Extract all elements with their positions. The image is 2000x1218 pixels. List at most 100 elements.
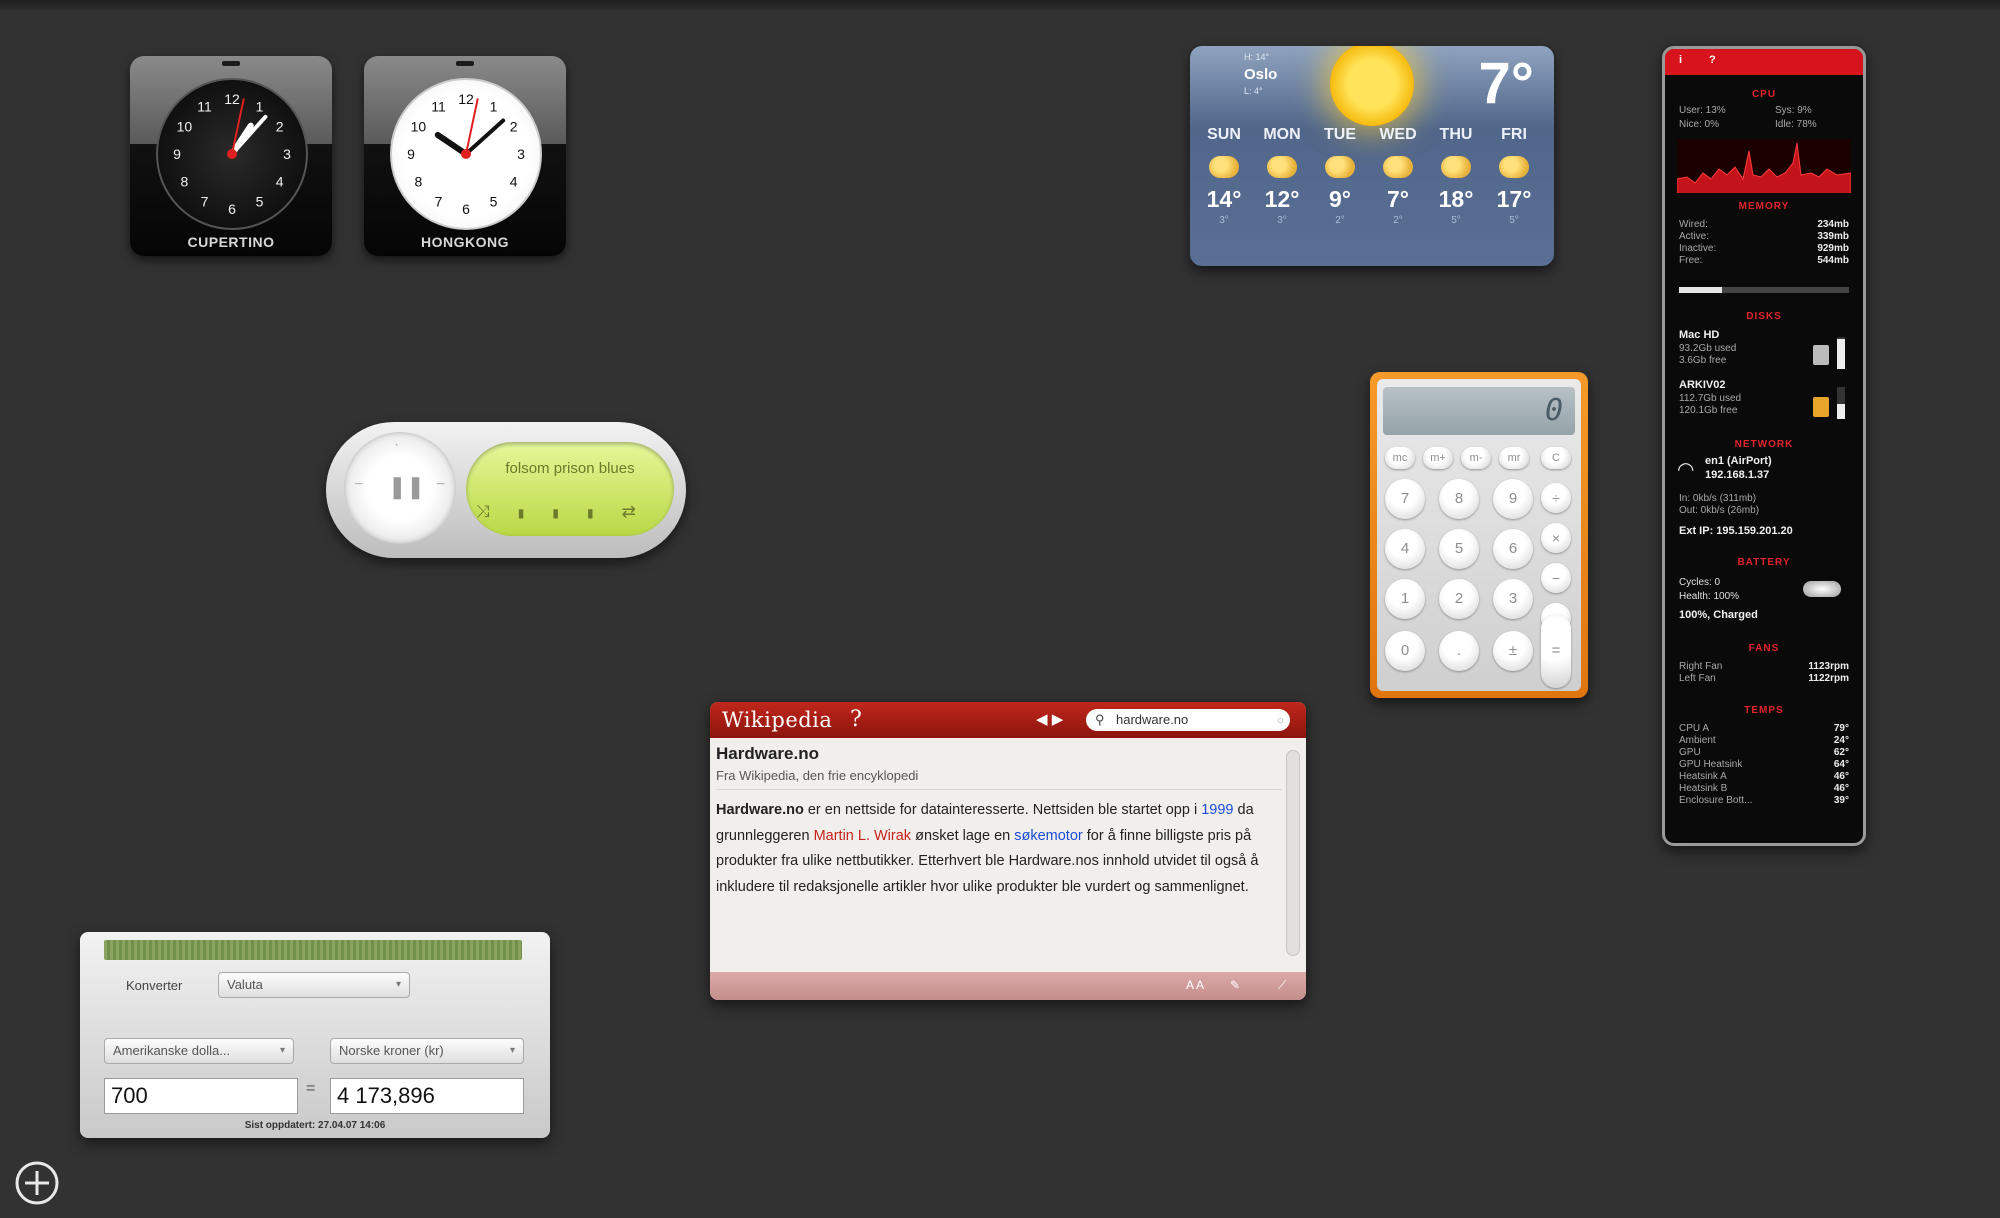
previous-icon[interactable]: − [354, 476, 363, 494]
key-0[interactable]: 0 [1385, 631, 1425, 671]
key-8[interactable]: 8 [1439, 479, 1479, 519]
from-unit-select[interactable]: Amerikanske dolla... ▾ [104, 1038, 294, 1064]
edit-icon[interactable]: ✎ [1230, 978, 1240, 992]
chevron-down-icon: ▾ [279, 1045, 285, 1056]
unit-converter-widget[interactable]: Konverter Valuta ▾ Amerikanske dolla... … [80, 932, 550, 1138]
key-9[interactable]: 9 [1493, 479, 1533, 519]
last-updated-text: Sist oppdatert: 27.04.07 14:06 [244, 1120, 386, 1131]
add-widget-icon[interactable] [14, 1160, 60, 1206]
to-unit-select[interactable]: Norske kroner (kr) ▾ [330, 1038, 524, 1064]
article-link-year[interactable]: 1999 [1201, 802, 1233, 818]
font-size-icon[interactable]: A A [1186, 978, 1204, 992]
key-7[interactable]: 7 [1385, 479, 1425, 519]
wikipedia-logo: Wikipedia [722, 708, 833, 732]
network-external-ip: Ext IP: 195.159.201.20 [1679, 525, 1793, 537]
clock-face: 1 2 3 4 5 6 7 8 9 10 11 12 [156, 78, 308, 230]
chevron-down-icon: ▾ [509, 1045, 515, 1056]
clock-numeral: 7 [435, 194, 443, 210]
chevron-down-icon: ▾ [395, 979, 401, 990]
wikipedia-help-icon[interactable]: ? [850, 707, 862, 732]
dashboard-top-edge [0, 0, 2000, 10]
wikipedia-search-input[interactable]: ⚲ hardware.no ○ [1086, 709, 1290, 731]
key-decimal[interactable]: . [1439, 631, 1479, 671]
network-in: In: 0kb/s (311mb) [1679, 493, 1757, 504]
article-scrollbar[interactable] [1286, 750, 1300, 956]
cpu-user: User: 13% [1679, 105, 1726, 116]
clock-widget-hongkong[interactable]: 1 2 3 4 5 6 7 8 9 10 11 12 HONGKONG [364, 56, 566, 256]
memory-usage-bar [1679, 287, 1849, 293]
equalizer-icon[interactable]: ▮▮▮ [518, 506, 622, 520]
key-6[interactable]: 6 [1493, 529, 1533, 569]
disk-2-used: 112.7Gb used [1679, 393, 1742, 404]
battery-cycles: Cycles: 0 [1679, 577, 1721, 588]
key-equals[interactable]: = [1541, 614, 1571, 688]
clock-hour-hand [434, 131, 469, 157]
forecast-day: MON 12° 3° [1254, 126, 1310, 226]
forecast-day: WED 7° 2° [1370, 126, 1426, 226]
forecast-temp: 9° [1329, 186, 1351, 212]
itunes-widget[interactable]: · − − ❚❚ folsom prison blues ⤨▮▮▮⇄ [326, 422, 686, 558]
network-ip: 192.168.1.37 [1705, 469, 1770, 481]
forecast-day-name: TUE [1324, 126, 1356, 143]
from-value-input[interactable]: 700 [104, 1078, 298, 1114]
key-divide[interactable]: ÷ [1541, 483, 1571, 513]
clock-grip [222, 61, 240, 66]
back-forward-icon[interactable]: ◀ ▶ [1036, 710, 1063, 728]
clear-search-icon[interactable]: ○ [1277, 709, 1284, 731]
istat-widget[interactable]: i ? CPU User: 13% Sys: 9% Nice: 0% Idle:… [1662, 46, 1866, 846]
article-link-person[interactable]: Martin L. Wirak [814, 828, 912, 844]
pause-icon[interactable]: ❚❚ [388, 474, 425, 500]
key-multiply[interactable]: × [1541, 523, 1571, 553]
article-link-search-engine[interactable]: søkemotor [1014, 828, 1083, 844]
playback-knob[interactable]: · − − ❚❚ [344, 432, 456, 544]
help-icon[interactable]: ? [1709, 54, 1716, 66]
temp-label: Heatsink B [1679, 783, 1728, 794]
memory-wired-label: Wired: [1679, 219, 1708, 230]
next-icon[interactable]: − [436, 476, 445, 494]
clock-numeral: 11 [197, 98, 212, 114]
key-subtract[interactable]: − [1541, 563, 1571, 593]
category-select-value: Valuta [227, 977, 263, 992]
clock-numeral: 10 [411, 119, 427, 135]
clock-widget-cupertino[interactable]: 1 2 3 4 5 6 7 8 9 10 11 12 CUPERTINO [130, 56, 332, 256]
clock-numeral: 5 [490, 194, 498, 210]
resize-handle-icon[interactable]: ⟋ [1278, 978, 1286, 993]
key-clear[interactable]: C [1541, 447, 1571, 469]
info-icon[interactable]: i [1679, 54, 1682, 66]
search-input-value: hardware.no [1116, 712, 1189, 727]
clock-numeral: 2 [276, 119, 284, 135]
clock-numeral: 1 [256, 98, 264, 114]
key-4[interactable]: 4 [1385, 529, 1425, 569]
key-3[interactable]: 3 [1493, 579, 1533, 619]
wikipedia-widget[interactable]: Wikipedia ? ◀ ▶ ⚲ hardware.no ○ Hardware… [710, 702, 1306, 1000]
key-1[interactable]: 1 [1385, 579, 1425, 619]
clock-city-label: CUPERTINO [187, 234, 275, 250]
key-m-plus[interactable]: m+ [1423, 447, 1453, 469]
key-mr[interactable]: mr [1499, 447, 1529, 469]
key-mc[interactable]: mc [1385, 447, 1415, 469]
equals-sign: = [306, 1080, 316, 1097]
weather-widget[interactable]: H: 14° Oslo L: 4° 7° SUN 14° 3° MON 12° … [1190, 46, 1554, 266]
weather-forecast: SUN 14° 3° MON 12° 3° TUE 9° 2° WED 7° 2… [1194, 126, 1550, 256]
to-value-input[interactable]: 4 173,896 [330, 1078, 524, 1114]
category-select[interactable]: Valuta ▾ [218, 972, 410, 998]
key-5[interactable]: 5 [1439, 529, 1479, 569]
forecast-temp: 7° [1387, 186, 1409, 212]
key-sign[interactable]: ± [1493, 631, 1533, 671]
temp-value: 46° [1833, 771, 1849, 782]
key-m-minus[interactable]: m- [1461, 447, 1491, 469]
disk-1-usage-fill [1837, 338, 1845, 369]
shuffle-icon[interactable]: ⤨ [476, 502, 518, 521]
fan-left-label: Left Fan [1679, 673, 1716, 684]
track-title: folsom prison blues [505, 460, 635, 477]
temp-value: 64° [1833, 759, 1849, 770]
clock-numeral: 4 [276, 174, 284, 190]
partly-cloudy-icon [1325, 156, 1355, 178]
repeat-icon[interactable]: ⇄ [622, 502, 664, 521]
clock-numeral: 7 [201, 194, 209, 210]
istat-header: i ? [1665, 49, 1863, 75]
cpu-nice: Nice: 0% [1679, 119, 1720, 130]
disk-2-usage-fill [1837, 403, 1845, 419]
cpu-sys: Sys: 9% [1775, 105, 1812, 116]
key-2[interactable]: 2 [1439, 579, 1479, 619]
